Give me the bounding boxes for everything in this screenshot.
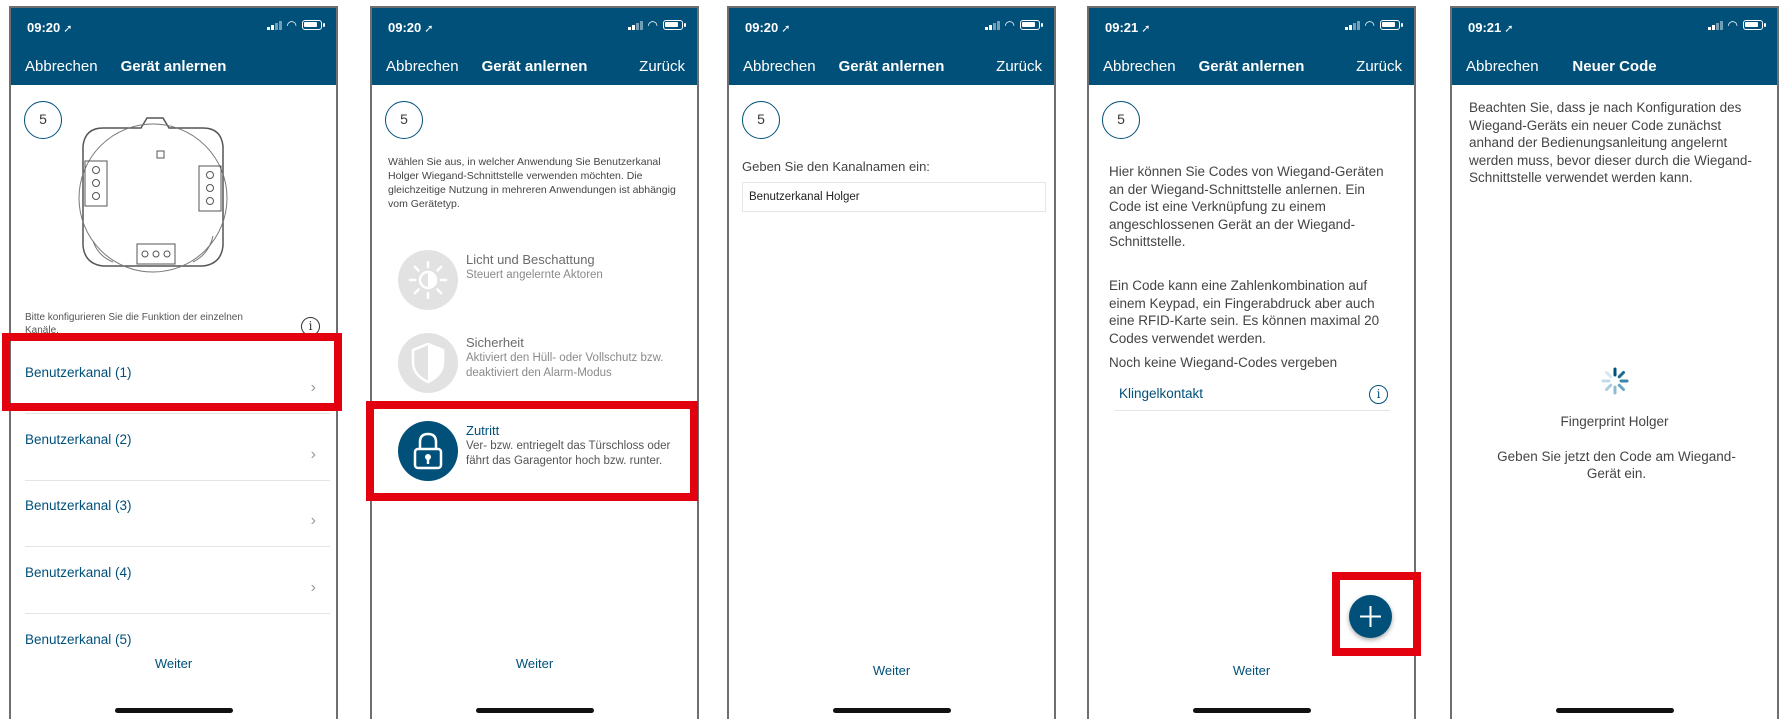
chevron-right-icon: › [310,446,316,463]
status-time: 09:20 ➚ [745,20,791,35]
home-indicator [1555,708,1674,713]
chevron-right-icon: › [310,512,316,529]
list-item-klingelkontakt[interactable]: Klingelkontakt i [1115,382,1390,411]
back-button[interactable]: Zurück [1356,58,1402,75]
nav-header: 09:21 ➚ ◠ Abbrechen Gerät anlernen Zurück [1089,8,1414,85]
battery-icon [1020,20,1043,30]
wifi-icon: ◠ [1004,18,1015,32]
light-icon [398,250,458,310]
signal-icon [266,20,282,30]
phone-screen-application: 09:20 ➚ ◠ Abbrechen Gerät anlernen Zurück… [370,6,699,719]
channel-name-input[interactable] [742,182,1046,212]
app-option-desc: Aktiviert den Hüll- oder Vollschutz bzw.… [466,352,664,379]
signal-icon [984,20,1000,30]
next-button[interactable]: Weiter [1089,663,1414,678]
wiegand-description: Hier können Sie Codes von Wiegand-Geräte… [1109,164,1384,249]
step-indicator: 5 [385,101,423,139]
no-codes-notice: Noch keine Wiegand-Codes vergeben [1109,355,1338,370]
signal-icon [627,20,643,30]
app-option-name: Sicherheit [466,335,524,350]
next-button[interactable]: Weiter [372,656,697,671]
next-button[interactable]: Weiter [729,663,1054,678]
status-icons: ◠ [627,18,686,32]
status-icons: ◠ [984,18,1043,32]
channel-row-4[interactable]: Benutzerkanal (4) › [25,547,330,614]
home-indicator [475,708,594,713]
step-indicator: 5 [1102,101,1140,139]
status-time: 09:21 ➚ [1468,20,1514,35]
application-intro: Wählen Sie aus, in welcher Anwendung Sie… [388,156,676,210]
new-code-notice: Beachten Sie, dass je nach Konfiguration… [1469,100,1752,185]
status-time: 09:20 ➚ [27,20,73,35]
channel-label: Benutzerkanal (4) [25,565,132,580]
back-button[interactable]: Zurück [996,58,1042,75]
highlight-box [2,333,342,411]
status-icons: ◠ [266,18,325,32]
cancel-button[interactable]: Abbrechen [1466,58,1539,75]
enter-code-prompt: Geben Sie jetzt den Code am Wiegand-Gerä… [1497,449,1736,481]
chevron-right-icon: › [310,579,316,596]
nav-header: 09:20 ➚ ◠ Abbrechen Gerät anlernen Zurück [372,8,697,85]
wifi-icon: ◠ [1727,18,1738,32]
cancel-button[interactable]: Abbrechen [386,58,459,75]
channel-label: Benutzerkanal (2) [25,432,132,447]
signal-icon [1707,20,1723,30]
battery-icon [302,20,325,30]
app-option-light[interactable]: Licht und Beschattung Steuert angelernte… [398,250,683,330]
channel-row-3[interactable]: Benutzerkanal (3) › [25,480,330,547]
cancel-button[interactable]: Abbrechen [25,58,98,75]
status-icons: ◠ [1707,18,1766,32]
highlight-box [366,401,698,501]
wiegand-code-types: Ein Code kann eine Zahlenkombination auf… [1109,278,1380,346]
nav-header: 09:20 ➚ ◠ Abbrechen Gerät anlernen [11,8,336,85]
status-time: 09:20 ➚ [388,20,434,35]
nav-header: 09:20 ➚ ◠ Abbrechen Gerät anlernen Zurück [729,8,1054,85]
phone-screen-channel-name: 09:20 ➚ ◠ Abbrechen Gerät anlernen Zurück… [727,6,1056,719]
nav-header: 09:21 ➚ ◠ Abbrechen Neuer Code [1452,8,1777,85]
cancel-button[interactable]: Abbrechen [743,58,816,75]
device-illustration [73,106,233,286]
highlight-box [1332,572,1421,656]
wifi-icon: ◠ [647,18,658,32]
back-button[interactable]: Zurück [639,58,685,75]
step-indicator: 5 [742,101,780,139]
wifi-icon: ◠ [1364,18,1375,32]
channel-name-label: Geben Sie den Kanalnamen ein: [742,159,930,174]
battery-icon [1743,20,1766,30]
cancel-button[interactable]: Abbrechen [1103,58,1176,75]
phone-screen-new-code: 09:21 ➚ ◠ Abbrechen Neuer Code Beachten S… [1450,6,1779,719]
channel-label: Benutzerkanal (5) [25,632,132,647]
home-indicator [1192,708,1311,713]
channel-label: Benutzerkanal (3) [25,498,132,513]
wifi-icon: ◠ [286,18,297,32]
status-time: 09:21 ➚ [1105,20,1151,35]
channel-row-2[interactable]: Benutzerkanal (2) › [25,414,330,481]
shield-icon [398,333,458,393]
loading-spinner-icon [1600,366,1630,396]
app-option-desc: Steuert angelernte Aktoren [466,269,603,281]
next-button[interactable]: Weiter [11,656,336,671]
step-indicator: 5 [24,101,62,139]
battery-icon [1380,20,1403,30]
signal-icon [1344,20,1360,30]
home-indicator [832,708,951,713]
app-option-name: Licht und Beschattung [466,252,595,267]
home-indicator [114,708,233,713]
status-icons: ◠ [1344,18,1403,32]
info-icon[interactable]: i [1369,385,1388,404]
battery-icon [663,20,686,30]
list-item-label: Klingelkontakt [1119,386,1204,401]
device-name: Fingerprint Holger [1560,414,1669,429]
